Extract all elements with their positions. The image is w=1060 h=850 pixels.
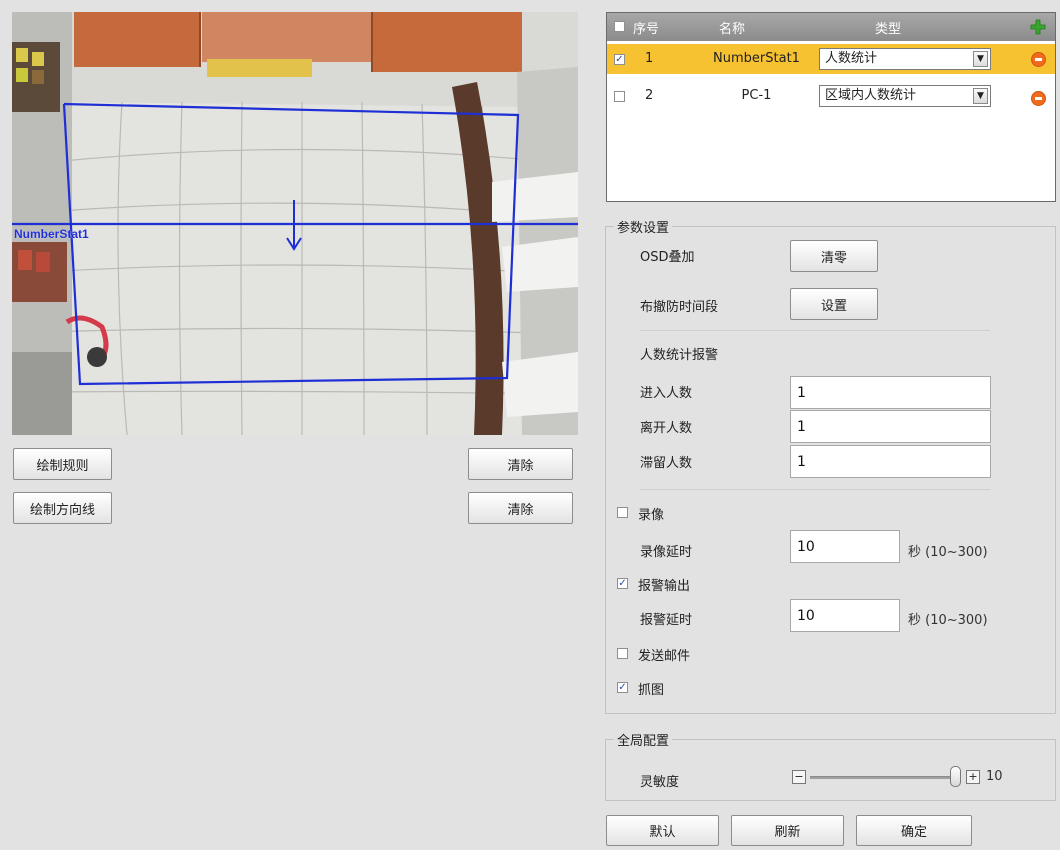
remove-icon[interactable] [1031,91,1046,106]
sensitivity-slider-thumb[interactable] [950,766,961,787]
rule-type-value: 人数统计 [825,51,878,66]
table-row[interactable]: 1 NumberStat1 人数统计 ▼ [607,44,1055,74]
rule-type-select[interactable]: 人数统计 ▼ [819,48,991,70]
schedule-label: 布撤防时间段 [640,300,719,315]
sensitivity-label: 灵敏度 [640,775,680,790]
draw-direction-button[interactable]: 绘制方向线 [13,492,112,524]
header-name: 名称 [719,22,746,37]
alarm-output-label: 报警输出 [638,579,691,594]
snapshot-label: 抓图 [638,683,665,698]
email-checkbox[interactable] [617,648,628,659]
record-label: 录像 [638,508,665,523]
dropdown-arrow-icon: ▼ [973,88,988,104]
record-delay-hint: 秒 (10~300) [908,545,988,560]
remove-icon[interactable] [1031,52,1046,67]
snapshot-checkbox[interactable] [617,682,628,693]
record-delay-field[interactable]: 10 [790,530,900,563]
confirm-button[interactable]: 确定 [856,815,972,846]
draw-rule-button[interactable]: 绘制规则 [13,448,112,480]
table-header: 序号 名称 类型 [607,13,1055,41]
default-button[interactable]: 默认 [606,815,719,846]
alarm-delay-label: 报警延时 [640,613,693,628]
minus-icon[interactable]: − [792,770,806,784]
schedule-set-button[interactable]: 设置 [790,288,878,320]
rule-name-overlay: NumberStat1 [14,227,89,241]
leave-count-field[interactable]: 1 [790,410,991,443]
refresh-button[interactable]: 刷新 [731,815,844,846]
row-name: PC-1 [741,88,772,103]
header-index: 序号 [633,22,660,37]
row-checkbox[interactable] [614,54,625,65]
enter-count-field[interactable]: 1 [790,376,991,409]
header-type: 类型 [875,22,902,37]
global-config-group: 全局配置 [605,730,1056,801]
table-row[interactable]: 2 PC-1 区域内人数统计 ▼ [607,81,1055,111]
alarm-section-title: 人数统计报警 [640,348,719,363]
row-index: 2 [645,88,654,103]
stay-count-label: 滞留人数 [640,456,693,471]
video-preview[interactable]: NumberStat1 [12,12,578,435]
dropdown-arrow-icon: ▼ [973,51,988,67]
record-checkbox[interactable] [617,507,628,518]
plus-icon[interactable]: + [966,770,980,784]
alarm-delay-field[interactable]: 10 [790,599,900,632]
leave-count-label: 离开人数 [640,421,693,436]
sensitivity-value: 10 [986,769,1003,784]
email-label: 发送邮件 [638,649,691,664]
divider [640,330,990,331]
camera-image [12,12,578,435]
plus-icon[interactable] [1030,19,1046,35]
rule-type-value: 区域内人数统计 [825,88,917,103]
rules-table: 序号 名称 类型 1 NumberStat1 人数统计 ▼ 2 PC-1 区域内… [606,12,1056,202]
alarm-delay-hint: 秒 (10~300) [908,613,988,628]
record-delay-label: 录像延时 [640,545,693,560]
osd-clear-button[interactable]: 清零 [790,240,878,272]
sensitivity-slider-track[interactable] [810,776,958,779]
params-legend: 参数设置 [617,221,670,236]
divider [640,489,990,490]
row-name: NumberStat1 [713,51,800,66]
row-checkbox[interactable] [614,91,625,102]
clear-direction-button[interactable]: 清除 [468,492,573,524]
rule-type-select[interactable]: 区域内人数统计 ▼ [819,85,991,107]
alarm-output-checkbox[interactable] [617,578,628,589]
enter-count-label: 进入人数 [640,386,693,401]
row-index: 1 [645,51,654,66]
osd-label: OSD叠加 [640,250,695,265]
global-config-legend: 全局配置 [617,734,670,749]
clear-rule-button[interactable]: 清除 [468,448,573,480]
stay-count-field[interactable]: 1 [790,445,991,478]
select-all-checkbox[interactable] [614,21,625,32]
